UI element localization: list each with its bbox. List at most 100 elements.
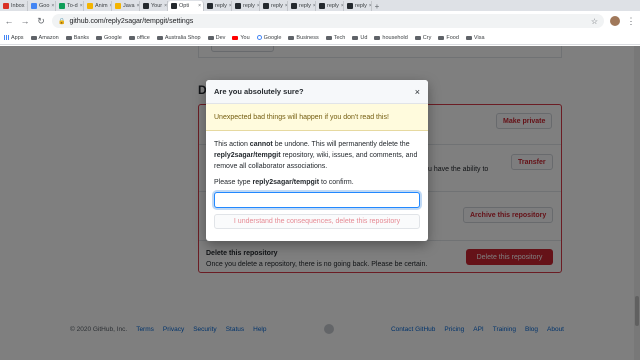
tab-label: Opti <box>179 3 190 9</box>
bookmarks-bar: Apps Amazon Banks Google office Australia Sho… <box>0 31 640 45</box>
browser-tab[interactable]: Goo × <box>28 1 56 11</box>
tab-close-icon[interactable]: × <box>164 3 167 9</box>
tab-favicon-icon <box>115 3 121 9</box>
forward-icon[interactable]: → <box>20 16 30 26</box>
tab-label: Goo <box>39 3 50 9</box>
tab-favicon-icon <box>291 3 297 9</box>
browser-tab[interactable]: reply × <box>344 1 372 11</box>
folder-icon <box>465 35 472 40</box>
tab-close-icon[interactable]: × <box>198 3 201 9</box>
bookmark-label: Australia Shop <box>164 34 201 41</box>
bookmark-item[interactable]: office <box>128 35 150 41</box>
close-icon[interactable]: × <box>415 87 420 97</box>
browser-tab[interactable]: reply × <box>288 1 316 11</box>
bookmark-item[interactable]: Amazon <box>30 34 59 41</box>
reload-icon[interactable]: ↻ <box>36 16 46 27</box>
browser-toolbar: ← → ↻ 🔒 github.com/reply2sagar/tempgit/s… <box>0 11 640 31</box>
folder-icon <box>96 35 103 40</box>
bookmark-item[interactable]: Australia Shop <box>156 34 201 41</box>
profile-avatar[interactable] <box>610 16 620 26</box>
bookmark-item[interactable]: Tech <box>325 34 346 41</box>
youtube-icon <box>232 35 239 40</box>
address-bar[interactable]: 🔒 github.com/reply2sagar/tempgit/setting… <box>52 14 604 28</box>
confirm-delete-button[interactable]: I understand the consequences, delete th… <box>214 214 420 229</box>
tab-label: Inbox <box>11 3 25 9</box>
bookmark-item[interactable]: household <box>374 34 408 41</box>
tab-favicon-icon <box>347 3 353 9</box>
browser-tab[interactable]: Anim× <box>84 1 112 11</box>
bookmark-item[interactable]: Google <box>96 35 122 41</box>
bookmark-item[interactable]: Dev <box>207 34 226 41</box>
folder-icon <box>288 35 295 40</box>
tab-favicon-icon <box>207 3 213 9</box>
bookmark-label: You <box>240 34 250 41</box>
browser-tab[interactable]: Your × <box>140 1 168 11</box>
browser-tab[interactable]: To-d × <box>56 1 84 11</box>
tab-favicon-icon <box>143 3 149 9</box>
folder-icon <box>352 35 359 40</box>
bookmark-item[interactable]: Cry <box>414 34 432 41</box>
tab-label: To-d <box>67 3 78 9</box>
folder-icon <box>65 35 72 40</box>
browser-tab[interactable]: reply × <box>232 1 260 11</box>
tab-strip: Inbox×Goo×To-d×Anim×Java×Your×Opti×reply… <box>0 0 640 11</box>
browser-tab[interactable]: Inbox× <box>0 1 28 11</box>
folder-icon <box>438 35 445 40</box>
dialog-header: Are you absolutely sure? × <box>206 80 428 104</box>
tab-label: Java <box>123 3 135 9</box>
folder-icon <box>156 35 163 40</box>
folder-icon <box>30 35 37 40</box>
folder-icon <box>414 35 421 40</box>
browser-tab[interactable]: reply × <box>260 1 288 11</box>
bookmark-item[interactable]: Banks <box>65 34 90 41</box>
bookmark-label: Tech <box>333 34 346 41</box>
bookmark-item[interactable]: Apps <box>4 35 24 41</box>
dialog-body: This action cannot be undone. This will … <box>206 131 428 188</box>
bookmark-label: Food <box>446 34 459 41</box>
bookmark-label: Dev <box>215 34 226 41</box>
bookmark-label: Cry <box>422 34 432 41</box>
bookmark-item[interactable]: Visa <box>465 35 485 41</box>
folder-icon <box>374 35 381 40</box>
menu-icon[interactable]: ⋮ <box>626 16 636 27</box>
tab-label: Anim <box>95 3 108 9</box>
bookmark-item[interactable]: You <box>232 34 250 41</box>
tab-label: reply <box>215 3 227 9</box>
browser-tab[interactable]: reply × <box>204 1 232 11</box>
star-icon[interactable]: ☆ <box>591 17 598 26</box>
bookmark-label: Google <box>263 34 282 41</box>
bookmark-label: Google <box>104 34 122 41</box>
tab-favicon-icon <box>87 3 93 9</box>
folder-icon <box>128 35 135 40</box>
browser-tab[interactable]: Java × <box>112 1 140 11</box>
bookmark-item[interactable]: Food <box>438 35 459 41</box>
tab-favicon-icon <box>171 3 177 9</box>
tab-favicon-icon <box>3 3 9 9</box>
bookmark-item[interactable]: Business <box>288 35 319 41</box>
bookmark-label: Amazon <box>38 34 59 41</box>
bookmark-item[interactable]: Ud <box>352 35 367 41</box>
google-icon <box>256 35 262 40</box>
back-icon[interactable]: ← <box>4 16 14 26</box>
tab-label: reply <box>327 3 339 9</box>
bookmark-label: household <box>382 34 408 41</box>
bookmark-item[interactable]: Google <box>256 34 282 41</box>
new-tab-button[interactable]: + <box>372 2 382 11</box>
tab-close-icon[interactable]: × <box>80 3 83 9</box>
browser-tab[interactable]: reply × <box>316 1 344 11</box>
tab-label: Your <box>151 3 163 9</box>
tab-favicon-icon <box>319 3 325 9</box>
tab-favicon-icon <box>31 3 37 9</box>
bookmark-label: Banks <box>73 34 90 41</box>
tab-label: reply <box>299 3 311 9</box>
tab-close-icon[interactable]: × <box>51 3 54 9</box>
dialog-confirm-instruction: Please type reply2sagar/tempgit to confi… <box>214 179 354 186</box>
address-text: github.com/reply2sagar/tempgit/settings <box>69 17 194 25</box>
confirm-repo-name-input[interactable] <box>214 192 420 208</box>
browser-tab[interactable]: Opti × <box>168 1 204 11</box>
tab-favicon-icon <box>59 3 65 9</box>
tab-label: reply <box>271 3 283 9</box>
grid-icon <box>4 35 9 40</box>
tab-label: reply <box>243 3 255 9</box>
dialog-title: Are you absolutely sure? <box>214 87 304 96</box>
